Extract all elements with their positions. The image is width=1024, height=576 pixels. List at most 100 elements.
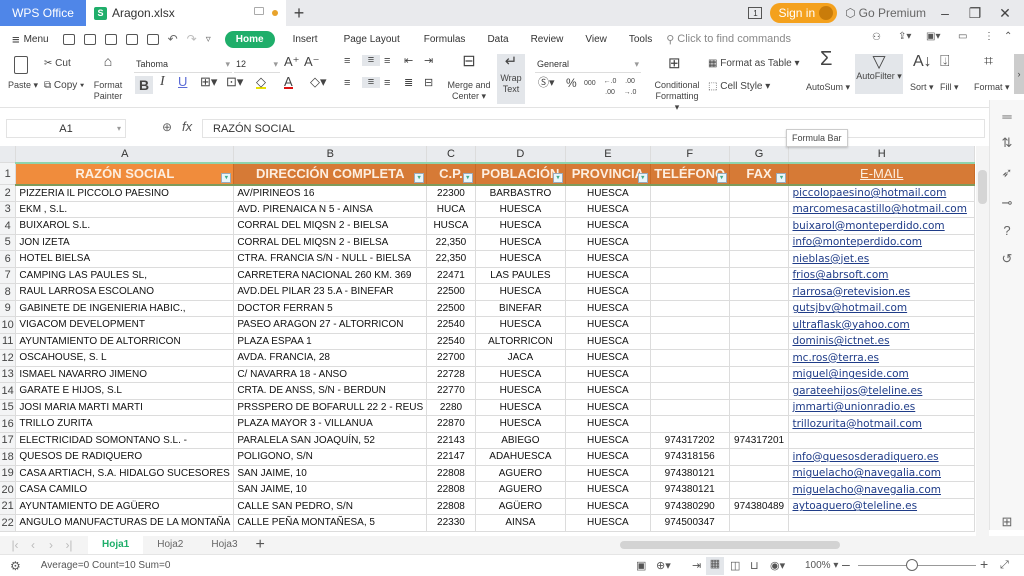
- cell-f[interactable]: [650, 250, 730, 268]
- column-header-d[interactable]: D: [475, 146, 567, 164]
- share-icon[interactable]: ⇪▾: [898, 31, 911, 42]
- row-header[interactable]: 10: [0, 316, 17, 334]
- apps-grid-icon[interactable]: ⊞: [1000, 515, 1014, 529]
- cell-a[interactable]: TRILLO ZURITA: [15, 415, 235, 433]
- align-left-icon[interactable]: ≡: [344, 78, 350, 89]
- cell-c[interactable]: 22330: [426, 514, 476, 532]
- cell-a[interactable]: ANGULO MANUFACTURAS DE LA MONTAÑA: [15, 514, 235, 532]
- fill-icon[interactable]: ⍗: [940, 54, 950, 70]
- cell-h[interactable]: [788, 432, 975, 449]
- cell-g[interactable]: [729, 316, 790, 334]
- paste-button[interactable]: Paste ▾: [8, 80, 38, 91]
- cell-f[interactable]: 974380121: [650, 481, 730, 499]
- row-header[interactable]: 9: [0, 300, 17, 317]
- cell-e[interactable]: HUESCA: [565, 333, 651, 350]
- cell-h[interactable]: gutsjbv@hotmail.com: [788, 300, 975, 317]
- cell-h[interactable]: rlarrosa@retevision.es: [788, 283, 975, 301]
- cell-f[interactable]: [650, 234, 730, 251]
- vertical-scroll-thumb[interactable]: [978, 170, 987, 204]
- cell-d[interactable]: BARBASTRO: [475, 184, 567, 202]
- cell-c[interactable]: HUSCA: [426, 217, 476, 235]
- tab-page-layout[interactable]: Page Layout: [344, 34, 400, 45]
- cell-e[interactable]: HUESCA: [565, 234, 651, 251]
- justify-icon[interactable]: ≣: [404, 78, 413, 89]
- formula-input[interactable]: RAZÓN SOCIAL: [202, 119, 985, 138]
- row-header[interactable]: 19: [0, 465, 17, 482]
- filter-dropdown-icon[interactable]: ▾: [221, 172, 232, 183]
- cell-g[interactable]: [729, 481, 790, 499]
- tab-view[interactable]: View: [585, 34, 607, 45]
- zoom-formula-icon[interactable]: ⊕: [162, 120, 172, 134]
- merge-center-icon[interactable]: ⊟: [456, 54, 482, 70]
- fill-button[interactable]: Fill ▾: [940, 82, 959, 93]
- cell-a[interactable]: ELECTRICIDAD SOMONTANO S.L. -: [15, 432, 235, 449]
- row-header[interactable]: 15: [0, 399, 17, 416]
- cell-g[interactable]: [729, 415, 790, 433]
- cell-d[interactable]: HUESCA: [475, 250, 567, 268]
- cell-c[interactable]: 22,350: [426, 234, 476, 251]
- cell-d[interactable]: AGUERO: [475, 465, 567, 482]
- monitor-icon[interactable]: [254, 7, 264, 15]
- cell-b[interactable]: DOCTOR FERRAN 5: [233, 300, 428, 317]
- cell-h[interactable]: nieblas@jet.es: [788, 250, 975, 268]
- cell-h[interactable]: garateehijos@teleline.es: [788, 382, 975, 400]
- font-name-select[interactable]: Tahoma ▾: [134, 57, 232, 73]
- ribbon-scroll-right[interactable]: ›: [1014, 54, 1024, 94]
- cell-e[interactable]: HUESCA: [565, 184, 651, 202]
- cell-a[interactable]: CAMPING LAS PAULES SL,: [15, 267, 235, 284]
- cell-d[interactable]: AGÜERO: [475, 498, 567, 515]
- format-painter-icon[interactable]: ⌂: [96, 54, 120, 68]
- cell-g[interactable]: [729, 267, 790, 284]
- export-icon[interactable]: [104, 33, 117, 45]
- cell-a[interactable]: ISMAEL NAVARRO JIMENO: [15, 366, 235, 383]
- cell-d[interactable]: HUESCA: [475, 415, 567, 433]
- row-header[interactable]: 7: [0, 267, 17, 284]
- sheet-tab-hoja1[interactable]: Hoja1: [88, 536, 144, 554]
- cell-d[interactable]: BINEFAR: [475, 300, 567, 317]
- horizontal-scrollbar[interactable]: [590, 540, 970, 550]
- cell-h[interactable]: piccolopaesino@hotmail.com: [788, 184, 975, 202]
- page-break-icon[interactable]: ⇥: [692, 559, 701, 572]
- row-header[interactable]: 21: [0, 498, 17, 515]
- cell-d[interactable]: HUESCA: [475, 382, 567, 400]
- reading-mode-icon[interactable]: ▣: [636, 559, 646, 572]
- row-header[interactable]: 4: [0, 217, 17, 235]
- history-icon[interactable]: ↺: [1000, 252, 1014, 266]
- row-header[interactable]: 5: [0, 234, 17, 251]
- row-header[interactable]: 17: [0, 432, 17, 449]
- cell-h[interactable]: [788, 514, 975, 532]
- cell-b[interactable]: CALLE SAN PEDRO, S/N: [233, 498, 428, 515]
- cell-c[interactable]: 22300: [426, 184, 476, 202]
- filter-dropdown-icon[interactable]: ▾: [414, 172, 425, 183]
- font-size-select[interactable]: 12 ▾: [234, 57, 280, 73]
- cell-g[interactable]: 974317201: [729, 432, 790, 449]
- bold-button[interactable]: B: [135, 76, 153, 94]
- cell-g[interactable]: [729, 465, 790, 482]
- header-cell-razon-social[interactable]: RAZÓN SOCIAL ▾: [15, 162, 235, 186]
- cell-e[interactable]: HUESCA: [565, 300, 651, 317]
- cell-c[interactable]: 22143: [426, 432, 476, 449]
- fill-color-icon[interactable]: ◇: [256, 75, 266, 89]
- cell-f[interactable]: 974380290: [650, 498, 730, 515]
- font-color-icon[interactable]: A: [284, 75, 293, 89]
- cell-f[interactable]: 974500347: [650, 514, 730, 532]
- new-tab-button[interactable]: +: [286, 3, 312, 24]
- horizontal-scroll-thumb[interactable]: [620, 541, 840, 549]
- filter-dropdown-icon[interactable]: ▾: [716, 172, 727, 183]
- cell-style-button[interactable]: ⬚ Cell Style ▾: [708, 81, 770, 92]
- cell-e[interactable]: HUESCA: [565, 366, 651, 383]
- cell-a[interactable]: QUESOS DE RADIQUERO: [15, 448, 235, 466]
- cell-c[interactable]: 22540: [426, 333, 476, 350]
- row-header[interactable]: 13: [0, 366, 17, 383]
- insert-function-icon[interactable]: fx: [182, 119, 192, 134]
- cell-g[interactable]: [729, 234, 790, 251]
- cell-b[interactable]: CORRAL DEL MIQSN 2 - BIELSA: [233, 217, 428, 235]
- open-icon[interactable]: [62, 33, 75, 45]
- cell-f[interactable]: [650, 316, 730, 334]
- header-cell-cp[interactable]: C.P. ▾: [426, 162, 476, 186]
- zoom-level[interactable]: 100% ▾: [805, 560, 838, 571]
- cell-b[interactable]: AV/PIRINEOS 16: [233, 184, 428, 202]
- cell-e[interactable]: HUESCA: [565, 432, 651, 449]
- cell-e[interactable]: HUESCA: [565, 498, 651, 515]
- app-tab-wps-office[interactable]: WPS Office: [0, 0, 86, 26]
